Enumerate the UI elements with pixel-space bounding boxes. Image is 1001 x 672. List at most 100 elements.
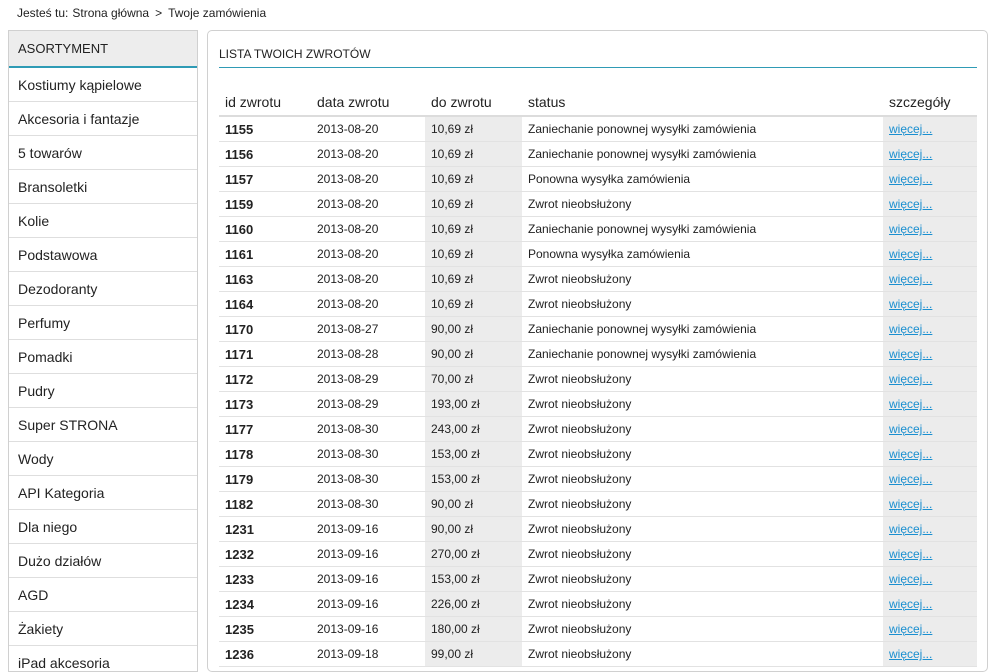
return-details-cell: więcej...	[883, 416, 977, 442]
category-list: Kostiumy kąpielowe Akcesoria i fantazje 5 …	[9, 68, 197, 671]
return-amount-cell: 10,69 zł	[425, 116, 522, 142]
return-date-cell: 2013-09-16	[311, 566, 425, 592]
sidebar-category-item[interactable]: Pomadki	[9, 340, 197, 374]
column-header-amount: do zwrotu	[425, 88, 522, 117]
details-link[interactable]: więcej...	[889, 197, 932, 211]
return-date-cell: 2013-08-20	[311, 241, 425, 267]
sidebar-category-item[interactable]: iPad akcesoria	[9, 646, 197, 671]
return-id-cell: 1177	[219, 416, 311, 442]
details-link[interactable]: więcej...	[889, 347, 932, 361]
details-link[interactable]: więcej...	[889, 647, 932, 661]
return-amount-cell: 70,00 zł	[425, 366, 522, 392]
details-link[interactable]: więcej...	[889, 147, 932, 161]
breadcrumb-home-link[interactable]: Strona główna	[72, 6, 149, 20]
return-amount-cell: 226,00 zł	[425, 591, 522, 617]
returns-panel: LISTA TWOICH ZWROTÓW id zwrotu data zwro…	[207, 30, 988, 672]
table-row: 1159 2013-08-20 10,69 zł Zwrot nieobsłużony…	[219, 191, 977, 217]
sidebar-category-item[interactable]: Bransoletki	[9, 170, 197, 204]
return-details-cell: więcej...	[883, 391, 977, 417]
details-link[interactable]: więcej...	[889, 447, 932, 461]
return-amount-cell: 10,69 zł	[425, 241, 522, 267]
details-link[interactable]: więcej...	[889, 172, 932, 186]
return-amount-cell: 90,00 zł	[425, 341, 522, 367]
return-id-cell: 1163	[219, 266, 311, 292]
table-row: 1235 2013-09-16 180,00 zł Zwrot nieobsłużon…	[219, 616, 977, 642]
return-details-cell: więcej...	[883, 116, 977, 142]
category-sidebar: ASORTYMENT Kostiumy kąpielowe Akcesoria i…	[8, 30, 198, 672]
details-link[interactable]: więcej...	[889, 497, 932, 511]
return-date-cell: 2013-08-20	[311, 141, 425, 167]
details-link[interactable]: więcej...	[889, 372, 932, 386]
return-id-cell: 1236	[219, 641, 311, 667]
return-amount-cell: 153,00 zł	[425, 441, 522, 467]
returns-table-body: 1155 2013-08-20 10,69 zł Zaniechanie ponown…	[219, 116, 977, 667]
return-status-cell: Zwrot nieobsłużony	[522, 466, 883, 492]
sidebar-category-item[interactable]: 5 towarów	[9, 136, 197, 170]
details-link[interactable]: więcej...	[889, 597, 932, 611]
column-header-status: status	[522, 88, 883, 117]
details-link[interactable]: więcej...	[889, 222, 932, 236]
table-row: 1179 2013-08-30 153,00 zł Zwrot nieobsłużon…	[219, 466, 977, 492]
table-row: 1155 2013-08-20 10,69 zł Zaniechanie ponown…	[219, 116, 977, 142]
return-date-cell: 2013-08-28	[311, 341, 425, 367]
sidebar-category-item[interactable]: Dla niego	[9, 510, 197, 544]
sidebar-category-item[interactable]: AGD	[9, 578, 197, 612]
return-amount-cell: 90,00 zł	[425, 516, 522, 542]
details-link[interactable]: więcej...	[889, 547, 932, 561]
return-date-cell: 2013-09-16	[311, 541, 425, 567]
sidebar-category-item[interactable]: Kolie	[9, 204, 197, 238]
return-status-cell: Zwrot nieobsłużony	[522, 416, 883, 442]
return-id-cell: 1173	[219, 391, 311, 417]
return-date-cell: 2013-08-30	[311, 441, 425, 467]
return-date-cell: 2013-08-29	[311, 391, 425, 417]
return-amount-cell: 99,00 zł	[425, 641, 522, 667]
return-amount-cell: 270,00 zł	[425, 541, 522, 567]
details-link[interactable]: więcej...	[889, 397, 932, 411]
details-link[interactable]: więcej...	[889, 247, 932, 261]
return-amount-cell: 10,69 zł	[425, 291, 522, 317]
sidebar-category-item[interactable]: Super STRONA	[9, 408, 197, 442]
sidebar-category-item[interactable]: Pudry	[9, 374, 197, 408]
sidebar-category-item[interactable]: Dezodoranty	[9, 272, 197, 306]
details-link[interactable]: więcej...	[889, 422, 932, 436]
sidebar-category-item[interactable]: API Kategoria	[9, 476, 197, 510]
details-link[interactable]: więcej...	[889, 272, 932, 286]
return-date-cell: 2013-08-30	[311, 491, 425, 517]
return-details-cell: więcej...	[883, 366, 977, 392]
return-amount-cell: 10,69 zł	[425, 266, 522, 292]
return-id-cell: 1231	[219, 516, 311, 542]
sidebar-category-item[interactable]: Podstawowa	[9, 238, 197, 272]
return-status-cell: Zwrot nieobsłużony	[522, 366, 883, 392]
details-link[interactable]: więcej...	[889, 297, 932, 311]
sidebar-category-item[interactable]: Perfumy	[9, 306, 197, 340]
table-header-row: id zwrotu data zwrotu do zwrotu status s…	[219, 88, 977, 117]
sidebar-category-item[interactable]: Kostiumy kąpielowe	[9, 68, 197, 102]
return-status-cell: Zwrot nieobsłużony	[522, 541, 883, 567]
return-date-cell: 2013-08-20	[311, 266, 425, 292]
return-id-cell: 1172	[219, 366, 311, 392]
table-row: 1233 2013-09-16 153,00 zł Zwrot nieobsłużon…	[219, 566, 977, 592]
return-details-cell: więcej...	[883, 641, 977, 667]
return-details-cell: więcej...	[883, 191, 977, 217]
return-status-cell: Zwrot nieobsłużony	[522, 641, 883, 667]
details-link[interactable]: więcej...	[889, 122, 932, 136]
return-amount-cell: 10,69 zł	[425, 166, 522, 192]
return-id-cell: 1157	[219, 166, 311, 192]
details-link[interactable]: więcej...	[889, 522, 932, 536]
details-link[interactable]: więcej...	[889, 322, 932, 336]
sidebar-category-item[interactable]: Żakiety	[9, 612, 197, 646]
details-link[interactable]: więcej...	[889, 572, 932, 586]
sidebar-category-item[interactable]: Dużo działów	[9, 544, 197, 578]
return-status-cell: Zwrot nieobsłużony	[522, 516, 883, 542]
details-link[interactable]: więcej...	[889, 622, 932, 636]
sidebar-category-item[interactable]: Wody	[9, 442, 197, 476]
return-details-cell: więcej...	[883, 141, 977, 167]
return-status-cell: Zaniechanie ponownej wysyłki zamówienia	[522, 216, 883, 242]
return-id-cell: 1234	[219, 591, 311, 617]
details-link[interactable]: więcej...	[889, 472, 932, 486]
sidebar-category-item[interactable]: Akcesoria i fantazje	[9, 102, 197, 136]
table-row: 1234 2013-09-16 226,00 zł Zwrot nieobsłużon…	[219, 591, 977, 617]
table-row: 1160 2013-08-20 10,69 zł Zaniechanie ponown…	[219, 216, 977, 242]
table-row: 1232 2013-09-16 270,00 zł Zwrot nieobsłużon…	[219, 541, 977, 567]
return-date-cell: 2013-09-16	[311, 591, 425, 617]
